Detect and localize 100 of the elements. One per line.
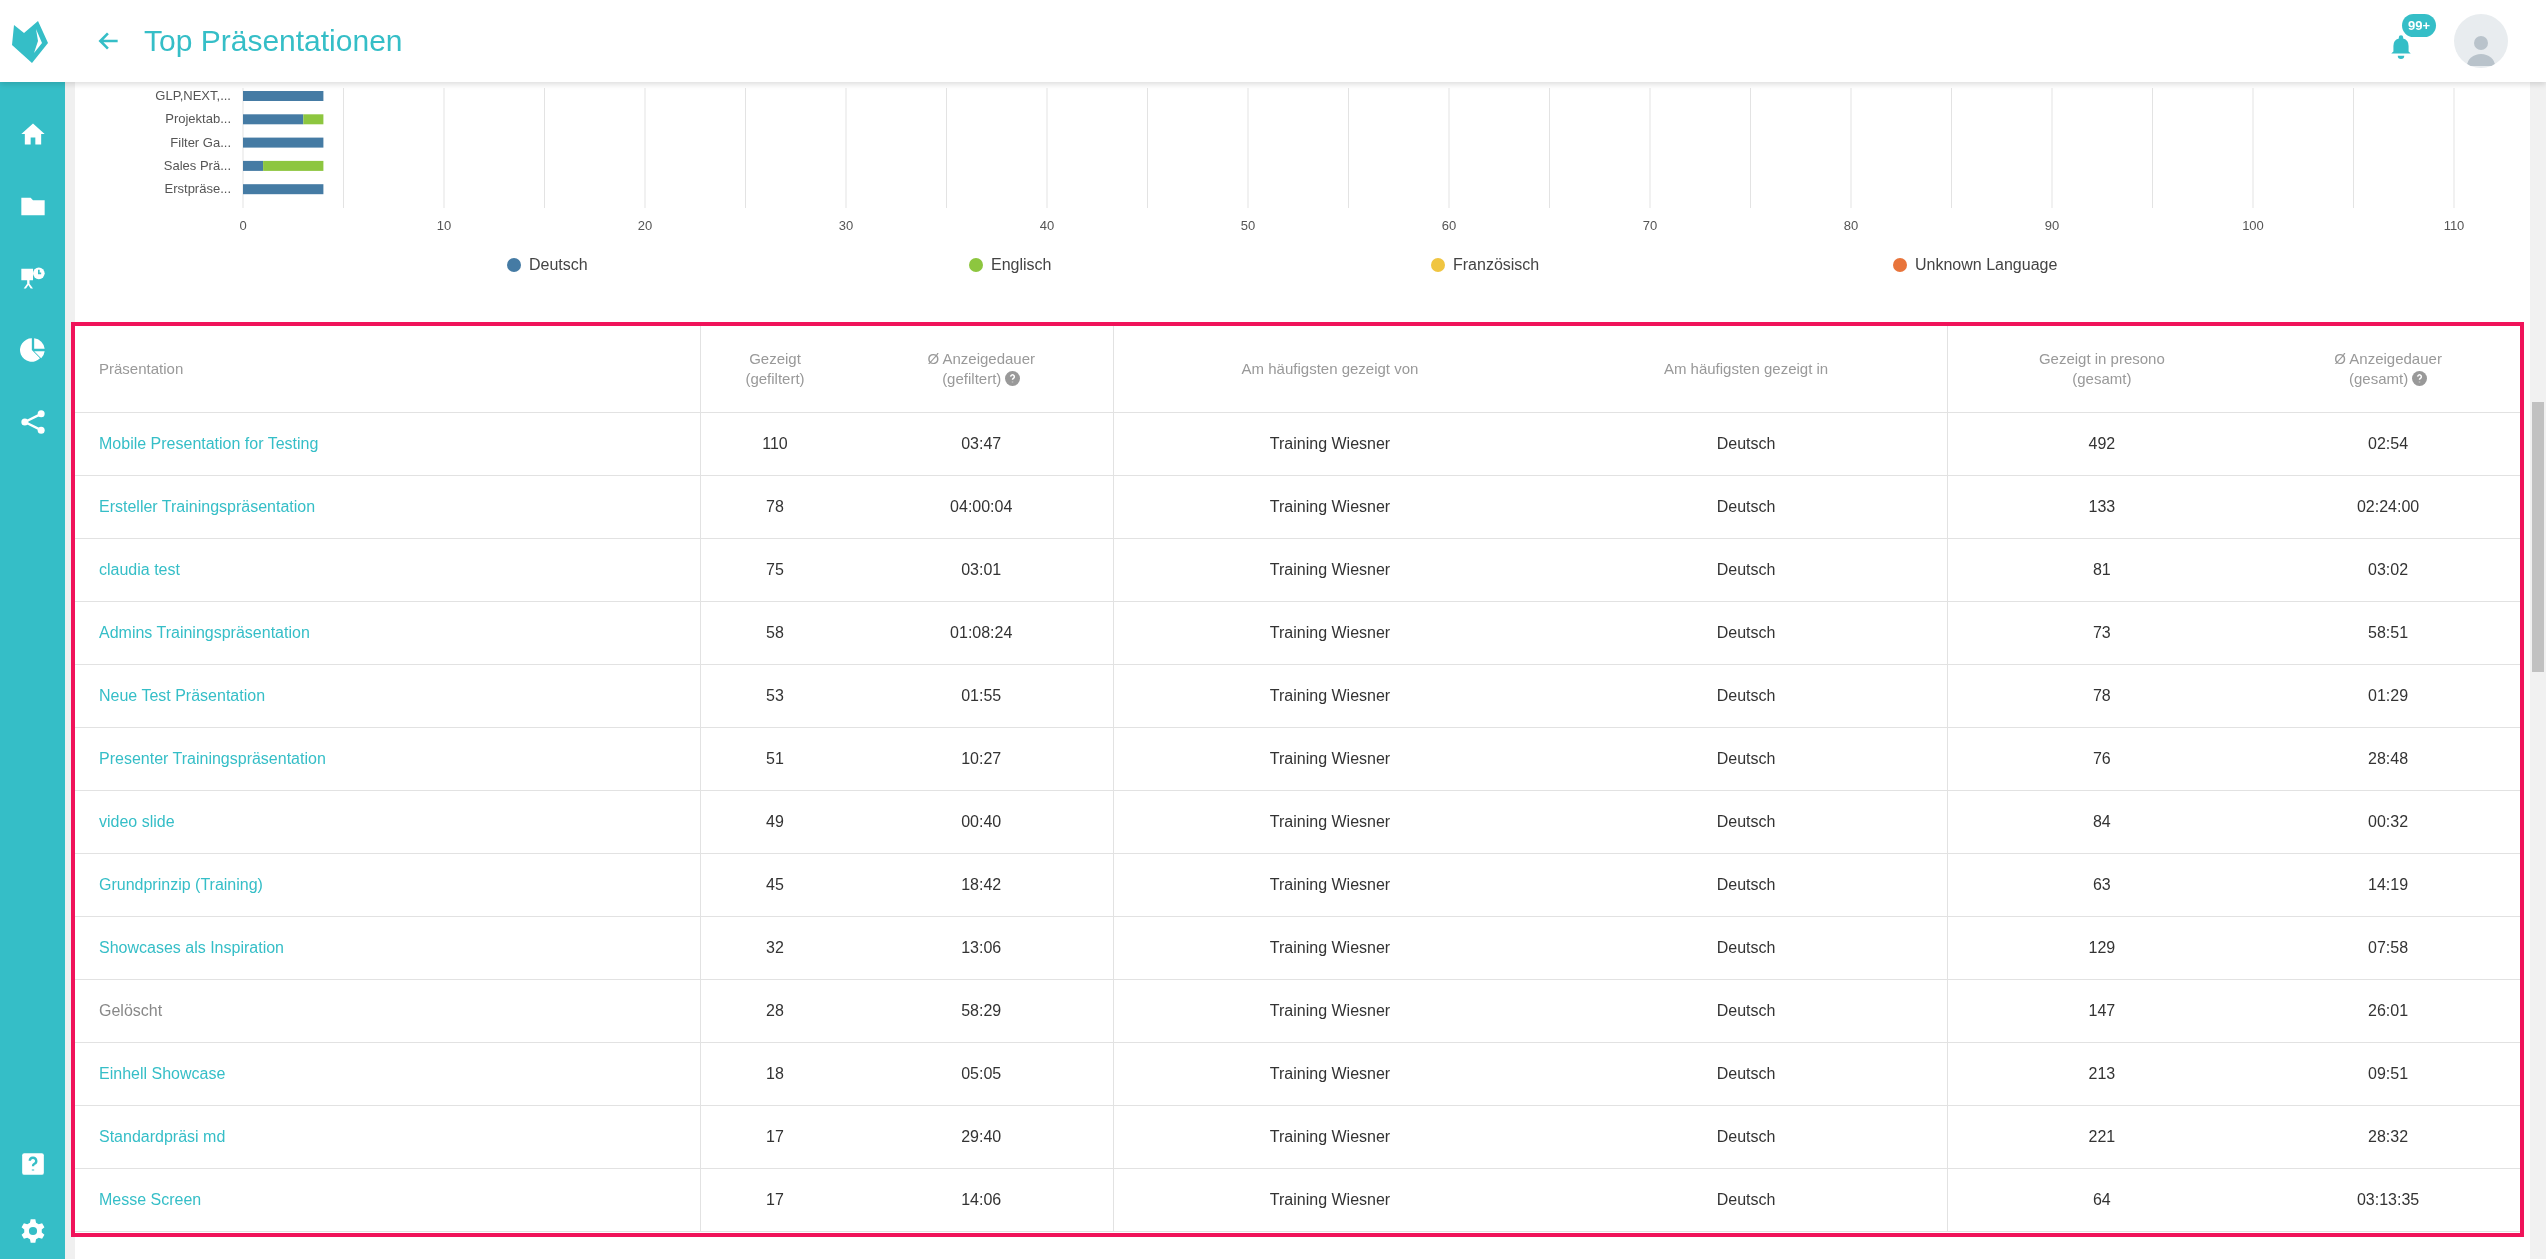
table-cell: 58:51 xyxy=(2256,601,2520,665)
table-cell: 29:40 xyxy=(849,1105,1114,1169)
axis-tick-label: 100 xyxy=(2242,218,2264,233)
help-icon[interactable] xyxy=(2412,371,2428,386)
table-cell: 10:27 xyxy=(849,727,1114,791)
table-cell: Training Wiesner xyxy=(1113,979,1546,1043)
axis-tick-label: 80 xyxy=(1843,218,1859,233)
table-cell: Training Wiesner xyxy=(1113,1168,1546,1232)
table-cell: 28 xyxy=(700,979,849,1043)
table-cell: Training Wiesner xyxy=(1113,916,1546,980)
table-cell: Deutsch xyxy=(1545,1105,1948,1169)
table-cell: 05:05 xyxy=(849,1042,1114,1106)
avatar[interactable] xyxy=(2454,14,2508,68)
deleted-presentation-name: Gelöscht xyxy=(99,1002,163,1019)
presentation-link[interactable]: Mobile Presentation for Testing xyxy=(99,435,319,452)
column-header[interactable]: Ø Anzeigedauer (gefiltert) xyxy=(849,326,1114,413)
presentation-link[interactable]: claudia test xyxy=(99,561,180,578)
table-cell: 133 xyxy=(1947,475,2257,539)
table-cell: 04:00:04 xyxy=(849,475,1114,539)
table-cell: 58:29 xyxy=(849,979,1114,1043)
share-icon[interactable] xyxy=(18,408,47,436)
presentation-link[interactable]: Grundprinzip (Training) xyxy=(99,876,263,893)
presentation-link[interactable]: Admins Trainingspräsentation xyxy=(99,624,310,641)
table-cell: Deutsch xyxy=(1545,664,1948,728)
table-cell: 81 xyxy=(1947,538,2257,602)
table-cell: Training Wiesner xyxy=(1113,601,1546,665)
presentation-link[interactable]: Showcases als Inspiration xyxy=(99,939,284,956)
legend-label[interactable]: Englisch xyxy=(991,256,1052,274)
table-cell: Training Wiesner xyxy=(1113,1042,1546,1106)
legend-label[interactable]: Deutsch xyxy=(529,256,588,274)
table-cell: Deutsch xyxy=(1545,538,1948,602)
presentation-link[interactable]: Presenter Trainingspräsentation xyxy=(99,750,326,767)
presentation-link[interactable]: Messe Screen xyxy=(99,1191,202,1208)
table-cell: 03:13:35 xyxy=(2256,1168,2520,1232)
help-icon[interactable] xyxy=(19,1151,46,1177)
table-cell: 02:54 xyxy=(2256,412,2520,476)
bell-icon[interactable] xyxy=(2388,32,2414,60)
table-cell: 18 xyxy=(700,1042,849,1106)
table-cell: 17 xyxy=(700,1168,849,1232)
presentation-link[interactable]: Standardpräsi md xyxy=(99,1128,226,1145)
table-cell: 75 xyxy=(700,538,849,602)
table-cell: 01:55 xyxy=(849,664,1114,728)
presentation-link[interactable]: Neue Test Präsentation xyxy=(99,687,266,704)
category-label: Erstpräse... xyxy=(164,181,231,197)
table-cell: 26:01 xyxy=(2256,979,2520,1043)
table-cell: 28:48 xyxy=(2256,727,2520,791)
table-cell: 492 xyxy=(1947,412,2257,476)
table-cell: Deutsch xyxy=(1545,916,1948,980)
table-cell: 01:08:24 xyxy=(849,601,1114,665)
legend-label[interactable]: Französisch xyxy=(1453,256,1540,274)
axis-tick-label: 10 xyxy=(436,218,452,233)
column-header[interactable]: Am häufigsten gezeigt von xyxy=(1113,326,1546,413)
table-cell: Deutsch xyxy=(1545,790,1948,854)
table-cell: 64 xyxy=(1947,1168,2257,1232)
page-title: Top Präsentationen xyxy=(144,24,403,58)
table-cell: 129 xyxy=(1947,916,2257,980)
table-cell: Training Wiesner xyxy=(1113,475,1546,539)
column-header[interactable]: Gezeigt in presono (gesamt) xyxy=(1947,326,2257,413)
table-cell: Deutsch xyxy=(1545,412,1948,476)
column-header[interactable]: Am häufigsten gezeigt in xyxy=(1545,326,1948,413)
axis-tick-label: 60 xyxy=(1441,218,1457,233)
category-label: Sales Prä... xyxy=(163,157,231,173)
table-cell: 18:42 xyxy=(849,853,1114,917)
table-cell: 07:58 xyxy=(2256,916,2520,980)
table-cell: 49 xyxy=(700,790,849,854)
table-cell: Deutsch xyxy=(1545,1042,1948,1106)
column-header[interactable]: Präsentation xyxy=(75,326,701,413)
table-cell: Training Wiesner xyxy=(1113,727,1546,791)
table-cell: 13:06 xyxy=(849,916,1114,980)
column-header[interactable]: Gezeigt (gefiltert) xyxy=(700,326,849,413)
column-header[interactable]: Ø Anzeigedauer (gesamt) xyxy=(2256,326,2520,413)
pie-chart-icon[interactable] xyxy=(18,336,47,364)
axis-tick-label: 0 xyxy=(239,218,247,233)
table-cell: Deutsch xyxy=(1545,475,1948,539)
presentation-link[interactable]: Einhell Showcase xyxy=(99,1065,226,1082)
table-cell: Deutsch xyxy=(1545,1168,1948,1232)
table-cell: 78 xyxy=(1947,664,2257,728)
table-cell: 28:32 xyxy=(2256,1105,2520,1169)
table-cell: Training Wiesner xyxy=(1113,538,1546,602)
axis-tick-label: 20 xyxy=(637,218,653,233)
table-cell: 14:19 xyxy=(2256,853,2520,917)
presentation-link[interactable]: video slide xyxy=(99,813,175,830)
table-cell: 03:02 xyxy=(2256,538,2520,602)
scrollbar-thumb[interactable] xyxy=(2532,402,2544,672)
table-cell: 45 xyxy=(700,853,849,917)
axis-tick-label: 90 xyxy=(2044,218,2060,233)
category-label: Projektab... xyxy=(165,111,231,127)
table-cell: Deutsch xyxy=(1545,727,1948,791)
axis-tick-label: 110 xyxy=(2443,218,2465,233)
table-cell: 84 xyxy=(1947,790,2257,854)
table-cell: Training Wiesner xyxy=(1113,664,1546,728)
table-cell: 00:40 xyxy=(849,790,1114,854)
table-cell: 63 xyxy=(1947,853,2257,917)
table-cell: 76 xyxy=(1947,727,2257,791)
table-cell: 01:29 xyxy=(2256,664,2520,728)
help-icon[interactable] xyxy=(1005,371,1021,386)
table-cell: Deutsch xyxy=(1545,979,1948,1043)
legend-label[interactable]: Unknown Language xyxy=(1915,256,2058,274)
table-cell: 53 xyxy=(700,664,849,728)
presentation-link[interactable]: Ersteller Trainingspräsentation xyxy=(99,498,316,515)
